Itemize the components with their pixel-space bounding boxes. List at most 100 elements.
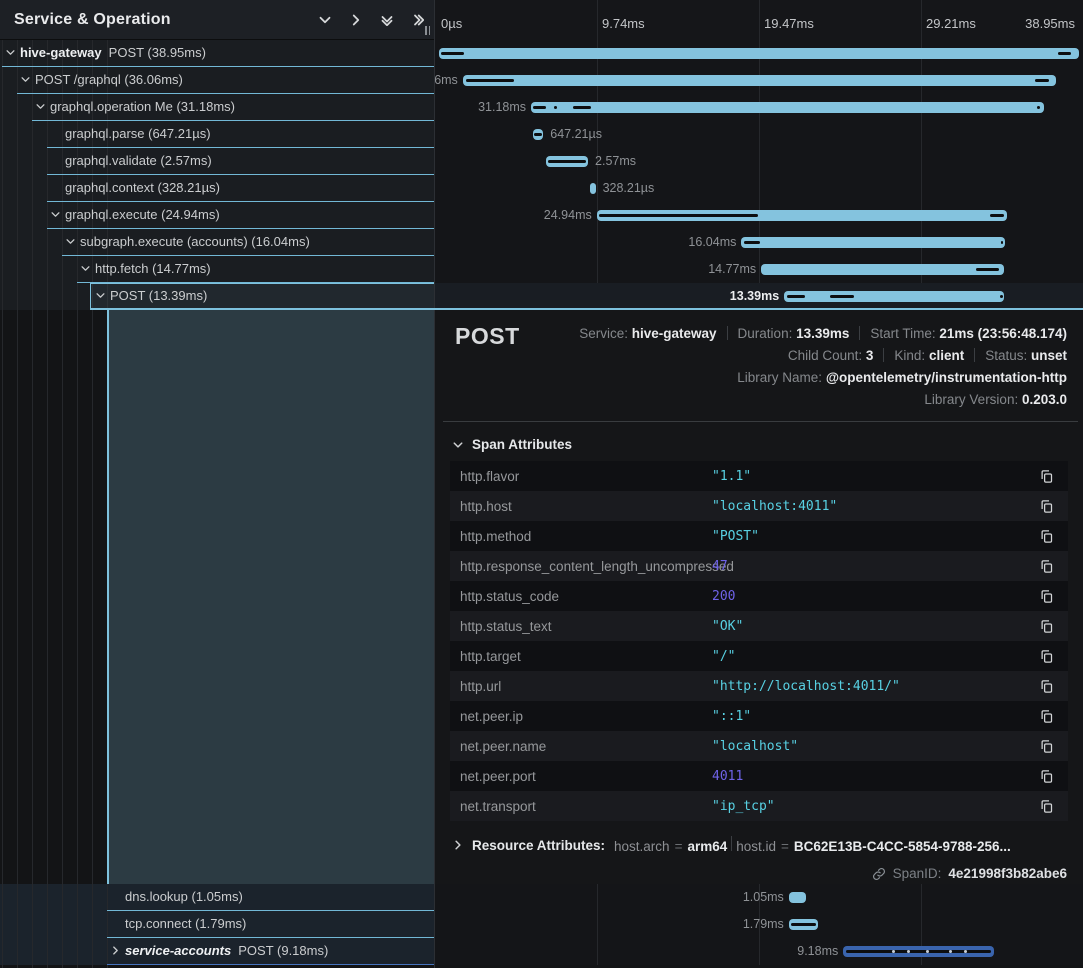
- span-bar[interactable]: [761, 264, 1004, 275]
- span-bar-row[interactable]: 2.57ms: [435, 148, 1083, 175]
- copy-icon[interactable]: [1039, 739, 1054, 754]
- attribute-row: http.method"POST": [450, 521, 1068, 551]
- span-bar-row[interactable]: 36.06ms: [435, 67, 1083, 94]
- span-bar[interactable]: [463, 75, 1056, 86]
- span-bar[interactable]: [741, 237, 1005, 248]
- meta-value: hive-gateway: [632, 326, 717, 341]
- tick-label: 38.95ms: [1025, 16, 1075, 31]
- tick-label: 9.74ms: [602, 16, 645, 31]
- copy-icon[interactable]: [1039, 799, 1054, 814]
- chevron-down-icon[interactable]: [66, 237, 75, 246]
- span-row[interactable]: http.fetch (14.77ms): [0, 256, 434, 283]
- attribute-row: http.status_text"OK": [450, 611, 1068, 641]
- span-bar-row[interactable]: 13.39ms: [435, 283, 1083, 310]
- span-row-border: [107, 964, 434, 965]
- copy-icon[interactable]: [1039, 709, 1054, 724]
- span-row[interactable]: graphql.validate (2.57ms): [0, 148, 434, 175]
- copy-icon[interactable]: [1039, 769, 1054, 784]
- span-bar-row[interactable]: 647.21µs: [435, 121, 1083, 148]
- tick-label: 29.21ms: [926, 16, 976, 31]
- column-resizer-handle[interactable]: [423, 24, 432, 37]
- span-bar-row[interactable]: 14.77ms: [435, 256, 1083, 283]
- chevron-down-icon[interactable]: [6, 48, 15, 57]
- span-bar[interactable]: [531, 102, 1044, 113]
- span-bar[interactable]: [789, 892, 806, 903]
- span-meta-line: Service: hive-gatewayDuration: 13.39msSt…: [579, 323, 1067, 345]
- span-bar-segment: [1058, 52, 1071, 55]
- double-chevron-down-icon[interactable]: [381, 14, 393, 26]
- span-row[interactable]: POST (13.39ms): [0, 283, 434, 310]
- copy-icon[interactable]: [1039, 559, 1054, 574]
- span-row[interactable]: graphql.parse (647.21µs): [0, 121, 434, 148]
- meta-value: 13.39ms: [796, 326, 849, 341]
- span-row[interactable]: dns.lookup (1.05ms): [0, 884, 434, 911]
- span-bar-segment: [1035, 79, 1049, 82]
- column-divider[interactable]: [434, 0, 435, 968]
- span-duration-label: 2.57ms: [595, 154, 636, 168]
- span-bar-row[interactable]: 31.18ms: [435, 94, 1083, 121]
- attribute-row: net.transport"ip_tcp": [450, 791, 1068, 821]
- chevron-down-icon[interactable]: [319, 14, 331, 26]
- chevron-down-icon[interactable]: [51, 210, 60, 219]
- chevron-down-icon[interactable]: [96, 291, 105, 300]
- resource-key: host.arch: [614, 839, 670, 854]
- span-bar[interactable]: [784, 291, 1004, 302]
- span-row[interactable]: tcp.connect (1.79ms): [0, 911, 434, 938]
- resource-attributes-label: Resource Attributes:: [472, 838, 605, 853]
- span-bar[interactable]: [439, 48, 1079, 59]
- span-bar-row[interactable]: 1.79ms: [435, 911, 1083, 938]
- attribute-value: "/": [712, 649, 735, 664]
- span-bar-segment: [892, 950, 895, 953]
- span-row[interactable]: hive-gatewayPOST (38.95ms): [0, 40, 434, 67]
- chevron-down-icon[interactable]: [36, 102, 45, 111]
- span-bar-row[interactable]: 24.94ms: [435, 202, 1083, 229]
- span-bar-row[interactable]: 1.05ms: [435, 884, 1083, 911]
- span-attributes-section-header[interactable]: Span Attributes: [435, 422, 1083, 461]
- span-duration-label: 1.79ms: [743, 917, 784, 931]
- copy-icon[interactable]: [1039, 529, 1054, 544]
- tick-label: 19.47ms: [764, 16, 814, 31]
- span-row[interactable]: subgraph.execute (accounts) (16.04ms): [0, 229, 434, 256]
- span-row[interactable]: POST /graphql (36.06ms): [0, 67, 434, 94]
- copy-icon[interactable]: [1039, 679, 1054, 694]
- span-attributes-title: Span Attributes: [472, 437, 572, 452]
- span-row[interactable]: graphql.operation Me (31.18ms): [0, 94, 434, 121]
- span-bar-row[interactable]: 38.95ms: [435, 40, 1083, 67]
- span-row-label: http.fetch (14.77ms): [95, 261, 211, 276]
- span-row[interactable]: graphql.context (328.21µs): [0, 175, 434, 202]
- span-bar-segment: [534, 133, 542, 136]
- resource-value: arm64: [687, 839, 727, 854]
- chevron-down-icon[interactable]: [21, 75, 30, 84]
- meta-label: Library Version:: [924, 392, 1022, 407]
- copy-icon[interactable]: [1039, 499, 1054, 514]
- copy-icon[interactable]: [1039, 619, 1054, 634]
- span-meta-line: Child Count: 3Kind: clientStatus: unset: [579, 345, 1067, 367]
- span-duration-label: 14.77ms: [708, 262, 756, 276]
- span-duration-label: 36.06ms: [435, 73, 458, 87]
- copy-icon[interactable]: [1039, 589, 1054, 604]
- span-bar-row[interactable]: 328.21µs: [435, 175, 1083, 202]
- chevron-down-icon[interactable]: [81, 264, 90, 273]
- operation-name: graphql.parse (647.21µs): [65, 126, 211, 141]
- span-row-label: graphql.parse (647.21µs): [65, 126, 211, 141]
- trace-timeline-view: Service & Operation hive-gatewayPOST (38…: [0, 0, 1083, 968]
- chevron-right-icon[interactable]: [111, 946, 120, 955]
- copy-icon[interactable]: [1039, 649, 1054, 664]
- meta-label: Status:: [985, 348, 1031, 363]
- copy-icon[interactable]: [1039, 469, 1054, 484]
- operation-name: POST (9.18ms): [238, 943, 328, 958]
- span-bar-row[interactable]: 9.18ms: [435, 938, 1083, 965]
- chevron-right-icon[interactable]: [350, 14, 362, 26]
- link-icon[interactable]: [872, 867, 886, 881]
- span-row[interactable]: graphql.execute (24.94ms): [0, 202, 434, 229]
- resource-attributes-row[interactable]: Resource Attributes: host.arch=arm64host…: [435, 821, 1083, 854]
- attribute-value: 200: [712, 589, 735, 604]
- span-bar[interactable]: [590, 183, 595, 194]
- span-bar-row[interactable]: 16.04ms: [435, 229, 1083, 256]
- span-id-value: 4e21998f3b82abe6: [948, 866, 1067, 881]
- span-row[interactable]: service-accountsPOST (9.18ms): [0, 938, 434, 965]
- span-bar-segment: [548, 160, 586, 163]
- operation-name: dns.lookup (1.05ms): [125, 889, 243, 904]
- attribute-row: net.peer.name"localhost": [450, 731, 1068, 761]
- attribute-key: http.target: [460, 649, 712, 664]
